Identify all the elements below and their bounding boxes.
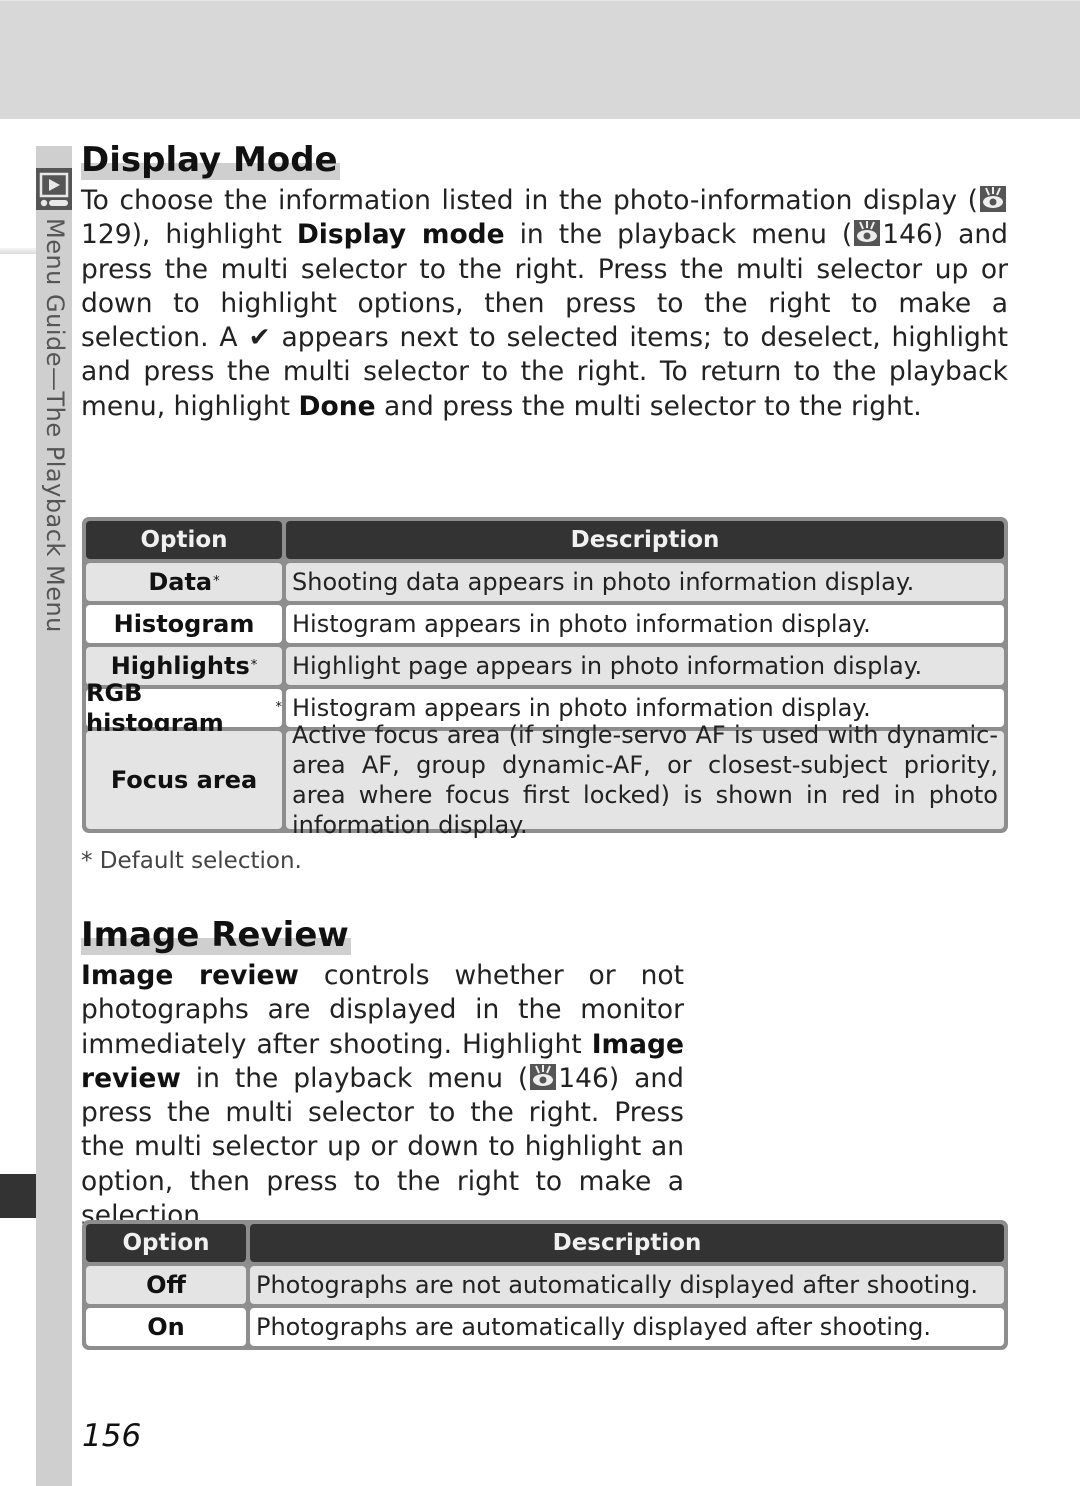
- image-review-table: Option Description Off Photographs are n…: [82, 1220, 1008, 1350]
- table-row: On Photographs are automatically display…: [86, 1308, 1004, 1346]
- column-header-description: Description: [250, 1224, 1004, 1262]
- description-cell: Highlight page appears in photo informat…: [286, 647, 1004, 685]
- option-cell: On: [86, 1308, 246, 1346]
- playback-icon: [36, 168, 72, 210]
- page-content: Display Mode To choose the information l…: [81, 140, 1008, 424]
- table-row: Data * Shooting data appears in photo inf…: [86, 563, 1004, 601]
- table-row: Focus area Active focus area (if single-…: [86, 721, 1004, 839]
- option-cell: Focus area: [86, 731, 282, 829]
- description-cell: Photographs are not automatically displa…: [250, 1266, 1004, 1304]
- side-tab-label: Menu Guide—The Playback Menu: [40, 218, 70, 633]
- description-cell: Active focus area (if single-servo AF is…: [286, 721, 1004, 839]
- section-title-display-mode: Display Mode: [81, 140, 340, 180]
- page-number: 156: [82, 1418, 142, 1454]
- footnote: * Default selection.: [81, 848, 302, 874]
- side-tab-divider: [0, 248, 36, 254]
- eye-reference-icon: [530, 1063, 557, 1090]
- column-header-option: Option: [86, 1224, 246, 1262]
- option-cell: RGB histogram *: [86, 679, 282, 737]
- description-cell: Histogram appears in photo information d…: [286, 605, 1004, 643]
- side-section-marker: [0, 1174, 36, 1218]
- table-row: Off Photographs are not automatically di…: [86, 1266, 1004, 1304]
- eye-reference-icon: [854, 220, 881, 247]
- side-tab-label-prefix: Menu Guide: [41, 218, 69, 367]
- side-tab-label-dash: —: [41, 367, 69, 392]
- table-row: Histogram Histogram appears in photo inf…: [86, 605, 1004, 643]
- section-title-image-review: Image Review: [81, 915, 351, 955]
- option-cell: Data *: [86, 563, 282, 601]
- description-cell: Shooting data appears in photo informati…: [286, 563, 1004, 601]
- column-header-description: Description: [286, 521, 1004, 559]
- option-cell: Off: [86, 1266, 246, 1304]
- description-cell: Photographs are automatically displayed …: [250, 1308, 1004, 1346]
- top-margin-band: [0, 0, 1080, 119]
- display-mode-paragraph: To choose the information listed in the …: [81, 185, 1009, 422]
- display-mode-table: Option Description Data * Shooting data a…: [82, 517, 1008, 839]
- table-header-row: Option Description: [86, 521, 1004, 559]
- image-review-section: Image Review Image review controls wheth…: [81, 915, 1008, 1233]
- eye-reference-icon: [980, 186, 1006, 212]
- column-header-option: Option: [86, 521, 282, 559]
- image-review-paragraph: Image review controls whether or not pho…: [81, 960, 684, 1232]
- checkmark-icon: ✔: [248, 322, 271, 354]
- option-cell: Histogram: [86, 605, 282, 643]
- side-tab-label-suffix: The Playback Menu: [41, 391, 69, 633]
- table-header-row: Option Description: [86, 1224, 1004, 1262]
